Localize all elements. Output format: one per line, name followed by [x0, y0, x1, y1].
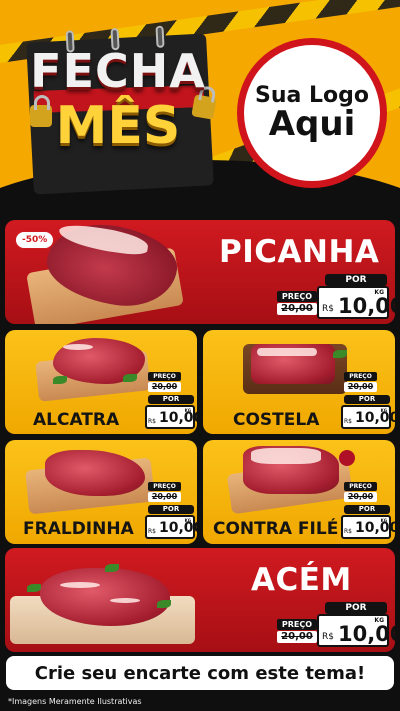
old-price: 20,00 — [344, 382, 377, 392]
por-label: POR — [344, 395, 390, 404]
product-card-fraldinha: FRALDINHA PREÇO 20,00 POR R$ 10,00 KG — [5, 440, 197, 544]
price-tag: POR PREÇO 20,00 R$ 10,00 KG — [275, 274, 395, 319]
price-tag: PREÇO 20,00 POR R$ 10,00 KG — [341, 482, 395, 542]
preco-label: PREÇO — [148, 482, 181, 491]
new-price: R$ 10,00 KG — [341, 515, 395, 539]
new-price: R$ 10,00 KG — [341, 405, 395, 429]
preco-label: PREÇO — [344, 372, 377, 381]
product-card-alcatra: ALCATRA PREÇO 20,00 POR R$ 10,00 KG — [5, 330, 197, 434]
title-fecha: FECHA — [30, 44, 206, 98]
product-name: ACÉM — [251, 562, 352, 598]
price-tag: POR PREÇO 20,00 R$ 10,00 KG — [275, 602, 395, 647]
old-price: 20,00 — [277, 303, 317, 315]
old-price: 20,00 — [344, 492, 377, 502]
product-name: COSTELA — [233, 410, 320, 430]
price-tag: PREÇO 20,00 POR R$ 10,00 KG — [341, 372, 395, 432]
product-card-contra-file: CONTRA FILÉ PREÇO 20,00 POR R$ 10,00 KG — [203, 440, 395, 544]
product-name: PICANHA — [219, 234, 380, 270]
por-label: POR — [148, 505, 194, 514]
por-label: POR — [344, 505, 390, 514]
fraldinha-image — [45, 450, 145, 496]
preco-label: PREÇO — [277, 291, 317, 302]
logo-placeholder: Sua Logo Aqui — [237, 38, 387, 188]
disclaimer-text: *Imagens Meramente Ilustrativas — [8, 697, 142, 706]
preco-label: PREÇO — [344, 482, 377, 491]
product-card-picanha: -50% PICANHA POR PREÇO 20,00 R$ 10,00 KG — [5, 220, 395, 324]
flyer-page: FECHA MÊS Sua Logo Aqui -50% PICANHA POR… — [0, 0, 400, 711]
logo-line-2: Aqui — [268, 103, 356, 144]
product-name: FRALDINHA — [23, 519, 134, 539]
por-label: POR — [325, 274, 387, 286]
old-price: 20,00 — [148, 382, 181, 392]
product-card-costela: COSTELA PREÇO 20,00 POR R$ 10,00 KG — [203, 330, 395, 434]
product-name: ALCATRA — [33, 410, 120, 430]
contra-file-image — [243, 446, 339, 494]
price-tag: PREÇO 20,00 POR R$ 10,00 KG — [145, 372, 197, 432]
costela-image — [251, 344, 335, 384]
product-name: CONTRA FILÉ — [213, 519, 339, 539]
por-label: POR — [148, 395, 194, 404]
title-mes: MÊS — [55, 96, 181, 156]
preco-label: PREÇO — [148, 372, 181, 381]
old-price: 20,00 — [277, 631, 317, 643]
onion-image — [339, 450, 355, 466]
new-price: R$ 10,00 KG — [145, 405, 197, 429]
cta-banner[interactable]: Crie seu encarte com este tema! — [6, 656, 394, 690]
new-price: R$ 10,00 KG — [317, 286, 395, 319]
price-tag: PREÇO 20,00 POR R$ 10,00 KG — [145, 482, 197, 542]
new-price: R$ 10,00 KG — [145, 515, 197, 539]
header-banner: FECHA MÊS Sua Logo Aqui — [0, 0, 400, 205]
discount-badge: -50% — [15, 231, 55, 249]
new-price: R$ 10,00 KG — [317, 614, 395, 647]
preco-label: PREÇO — [277, 619, 317, 630]
por-label: POR — [325, 602, 387, 614]
old-price: 20,00 — [148, 492, 181, 502]
product-card-acem: ACÉM POR PREÇO 20,00 R$ 10,00 KG — [5, 548, 395, 652]
